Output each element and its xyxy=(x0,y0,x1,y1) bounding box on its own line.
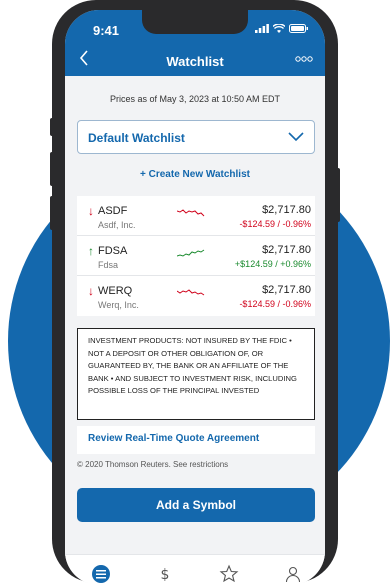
symbol: ASDF xyxy=(98,205,128,217)
phone-notch xyxy=(142,10,248,34)
battery-icon xyxy=(289,24,308,33)
create-watchlist-link[interactable]: + Create New Watchlist xyxy=(65,169,325,180)
chevron-down-icon xyxy=(288,132,304,142)
add-symbol-button[interactable]: Add a Symbol xyxy=(77,488,315,522)
status-icons xyxy=(255,24,309,33)
table-row[interactable]: ↑ FDSA Fdsa $2,717.80 +$124.59 / +0.96% xyxy=(77,236,315,276)
price-change: +$124.59 / +0.96% xyxy=(234,259,311,269)
company-name: Fdsa xyxy=(98,260,119,270)
person-icon[interactable] xyxy=(283,564,303,583)
phone-screen: 9:41 Watchlist Prices as of May 3, 2023 … xyxy=(65,10,325,583)
review-quote-agreement-link[interactable]: Review Real-Time Quote Agreement xyxy=(88,433,259,444)
watchlist-selected-label: Default Watchlist xyxy=(88,131,185,145)
phone-mute-switch xyxy=(50,118,54,136)
status-time: 9:41 xyxy=(93,23,120,38)
signal-icon xyxy=(255,24,269,33)
page-title: Watchlist xyxy=(166,54,224,69)
star-icon[interactable] xyxy=(219,564,239,583)
price-change: -$124.59 / -0.96% xyxy=(239,219,311,229)
watchlist-table: ↓ ASDF Asdf, Inc. $2,717.80 -$124.59 / -… xyxy=(77,196,315,316)
phone-volume-up xyxy=(50,152,54,186)
table-row[interactable]: ↓ WERQ Werq, Inc. $2,717.80 -$124.59 / -… xyxy=(77,276,315,316)
price-change: -$124.59 / -0.96% xyxy=(239,299,311,309)
svg-text:$: $ xyxy=(161,567,170,583)
down-arrow-icon: ↓ xyxy=(88,204,94,218)
dollar-icon[interactable]: $ xyxy=(155,564,175,583)
review-agreement-card: Review Real-Time Quote Agreement xyxy=(77,426,315,454)
company-name: Werq, Inc. xyxy=(98,300,139,310)
copyright-text: © 2020 Thomson Reuters. See restrictions xyxy=(77,460,229,469)
more-icon[interactable] xyxy=(295,56,313,62)
price: $2,717.80 xyxy=(262,244,311,256)
sparkline-up xyxy=(177,249,205,257)
sparkline-down xyxy=(177,289,205,296)
prices-timestamp: Prices as of May 3, 2023 at 10:50 AM EDT xyxy=(109,94,281,104)
price: $2,717.80 xyxy=(262,284,311,296)
company-name: Asdf, Inc. xyxy=(98,220,136,230)
phone-volume-down xyxy=(50,196,54,230)
list-icon[interactable] xyxy=(91,564,111,583)
table-row[interactable]: ↓ ASDF Asdf, Inc. $2,717.80 -$124.59 / -… xyxy=(77,196,315,236)
symbol: FDSA xyxy=(98,245,128,257)
symbol: WERQ xyxy=(98,285,133,297)
wifi-icon xyxy=(273,24,285,33)
down-arrow-icon: ↓ xyxy=(88,284,94,298)
price: $2,717.80 xyxy=(262,204,311,216)
tab-bar: $ xyxy=(65,554,325,583)
phone-power-button xyxy=(336,168,340,222)
investment-disclaimer: INVESTMENT PRODUCTS: NOT INSURED BY THE … xyxy=(77,328,315,420)
app-header: 9:41 Watchlist xyxy=(65,10,325,76)
watchlist-dropdown[interactable]: Default Watchlist xyxy=(77,120,315,154)
sparkline-down xyxy=(177,209,205,217)
up-arrow-icon: ↑ xyxy=(88,244,94,258)
